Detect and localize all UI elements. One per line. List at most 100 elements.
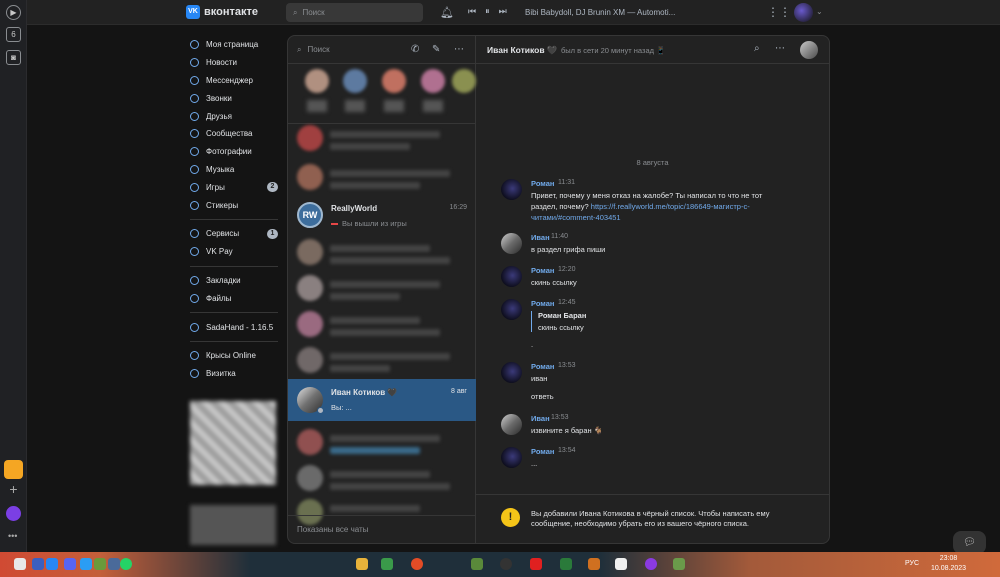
- message-author[interactable]: Роман: [531, 362, 554, 371]
- language-indicator[interactable]: РУС: [905, 560, 919, 567]
- chat-search[interactable]: ⌕ Поиск ✆ ✎ ⋯: [288, 36, 475, 64]
- nav-bookmarks[interactable]: Закладки: [190, 272, 280, 290]
- music-icon: [190, 164, 199, 174]
- taskbar-app-icon[interactable]: [381, 558, 393, 570]
- conversation-title[interactable]: Иван Котиков 🖤: [487, 45, 558, 56]
- next-track-icon[interactable]: ⏭︎: [499, 6, 507, 17]
- story-avatar[interactable]: [305, 69, 329, 93]
- search-icon[interactable]: ⌕: [754, 43, 760, 54]
- compose-icon[interactable]: ✎: [432, 44, 440, 55]
- nav-messenger[interactable]: Мессенджер: [190, 72, 280, 90]
- story-name: [384, 100, 404, 112]
- clock[interactable]: 23:08 10.08.2023: [931, 554, 966, 574]
- chat-row-blurred[interactable]: [288, 339, 476, 381]
- story-avatar[interactable]: [343, 69, 367, 93]
- author-avatar[interactable]: [501, 299, 522, 320]
- message-author[interactable]: Роман: [531, 179, 554, 188]
- profile-avatar[interactable]: [794, 3, 813, 22]
- message-text: иван: [531, 374, 548, 383]
- tab-count-badge[interactable]: 6: [6, 27, 21, 42]
- nav-games[interactable]: Игры 2: [190, 178, 280, 196]
- nav-files[interactable]: Файлы: [190, 289, 280, 307]
- conversation-avatar[interactable]: [800, 41, 818, 59]
- nav-vkpay[interactable]: VK Pay: [190, 243, 280, 261]
- author-avatar[interactable]: [501, 233, 522, 254]
- message-author[interactable]: Роман: [531, 447, 554, 456]
- yandex-browser-icon[interactable]: [615, 558, 627, 570]
- message-author[interactable]: Роман: [531, 266, 554, 275]
- call-icon[interactable]: ✆: [411, 44, 419, 55]
- forwarded-message[interactable]: Роман Баран скинь ссылку: [531, 311, 586, 332]
- pause-icon[interactable]: ⏸︎: [485, 6, 490, 17]
- nav-news[interactable]: Новости: [190, 54, 280, 72]
- taskbar-app-icon[interactable]: [645, 558, 657, 570]
- date-separator: 8 августа: [636, 158, 669, 167]
- author-avatar[interactable]: [501, 362, 522, 383]
- search-placeholder: Поиск: [307, 45, 330, 54]
- story-avatar[interactable]: [452, 69, 476, 93]
- taskbar-app-icon[interactable]: [588, 558, 600, 570]
- taskbar-app-icon[interactable]: [80, 558, 92, 570]
- blurred-ad-image[interactable]: [190, 401, 276, 485]
- nav-stickers[interactable]: Стикеры: [190, 196, 280, 214]
- conversation: Иван Котиков 🖤 был в сети 20 минут назад…: [476, 36, 829, 543]
- camera-icon[interactable]: ◙: [6, 50, 21, 65]
- message-text: скинь ссылку: [531, 278, 577, 287]
- chat-bubble-icon[interactable]: 💬︎: [953, 531, 986, 554]
- message-text: Привет, почему у меня отказ на жалобе? Т…: [531, 190, 771, 223]
- taskbar-app-icon[interactable]: [673, 558, 685, 570]
- steam-icon[interactable]: [500, 558, 512, 570]
- alice-icon[interactable]: [6, 506, 21, 521]
- chat-row-blurred[interactable]: [288, 117, 476, 159]
- nav-services[interactable]: Сервисы 1: [190, 225, 280, 243]
- chrome-icon[interactable]: [411, 558, 423, 570]
- more-icon[interactable]: ⋯: [775, 43, 785, 54]
- taskbar-app-icon[interactable]: [14, 558, 26, 570]
- vk-logo[interactable]: VK вконтакте: [186, 5, 258, 19]
- nav-label: Звонки: [206, 93, 232, 103]
- message-author[interactable]: Иван: [531, 414, 550, 423]
- minecraft-icon[interactable]: [471, 558, 483, 570]
- browser-sidebar: ▶ 6 ◙ + •••: [0, 0, 27, 552]
- play-icon[interactable]: ▶: [6, 5, 21, 20]
- author-avatar[interactable]: [501, 414, 522, 435]
- more-icon[interactable]: ⋯: [454, 44, 464, 55]
- author-avatar[interactable]: [501, 266, 522, 287]
- chat-row-blurred[interactable]: [288, 156, 476, 198]
- nav-photos[interactable]: Фотографии: [190, 143, 280, 161]
- taskbar-app-icon[interactable]: [46, 558, 58, 570]
- nav-friends[interactable]: Друзья: [190, 107, 280, 125]
- taskbar-app-icon[interactable]: [560, 558, 572, 570]
- chat-row-ivan[interactable]: Иван Котиков 🖤 8 авг Вы: ...: [288, 379, 476, 421]
- current-track[interactable]: Bibi Babydoll, DJ Brunin XM — Automoti..…: [525, 8, 675, 17]
- message-author[interactable]: Роман: [531, 299, 554, 308]
- whatsapp-icon[interactable]: [120, 558, 132, 570]
- author-avatar[interactable]: [501, 179, 522, 200]
- message: Роман 13:53 иван ответь: [501, 362, 791, 402]
- folder-icon[interactable]: [356, 558, 368, 570]
- taskbar-app-icon[interactable]: [32, 558, 44, 570]
- nav-my-page[interactable]: Моя страница: [190, 36, 280, 54]
- more-icon[interactable]: •••: [8, 531, 17, 541]
- nav-music[interactable]: Музыка: [190, 161, 280, 179]
- prev-track-icon[interactable]: ⏮︎: [468, 6, 476, 17]
- taskbar-app-icon[interactable]: [108, 558, 120, 570]
- nav-game-card[interactable]: Визитка: [190, 365, 280, 383]
- add-icon[interactable]: +: [4, 481, 23, 500]
- mail-app-icon[interactable]: [4, 460, 23, 479]
- bell-icon[interactable]: 🔔︎: [440, 6, 454, 19]
- nav-game-rats[interactable]: Крысы Online: [190, 347, 280, 365]
- story-avatar[interactable]: [421, 69, 445, 93]
- nav-communities[interactable]: Сообщества: [190, 125, 280, 143]
- chat-avatar: [297, 164, 323, 190]
- message-author[interactable]: Иван: [531, 233, 550, 242]
- nav-calls[interactable]: Звонки: [190, 89, 280, 107]
- discord-icon[interactable]: [64, 558, 76, 570]
- taskbar-app-icon[interactable]: [94, 558, 106, 570]
- yandex-icon[interactable]: [530, 558, 542, 570]
- chevron-down-icon[interactable]: ⌄: [816, 7, 823, 16]
- story-avatar[interactable]: [382, 69, 406, 93]
- author-avatar[interactable]: [501, 447, 522, 468]
- nav-app-sadahand[interactable]: SadaHand - 1.16.5: [190, 318, 280, 336]
- header-search-input[interactable]: ⌕ Поиск: [286, 3, 423, 22]
